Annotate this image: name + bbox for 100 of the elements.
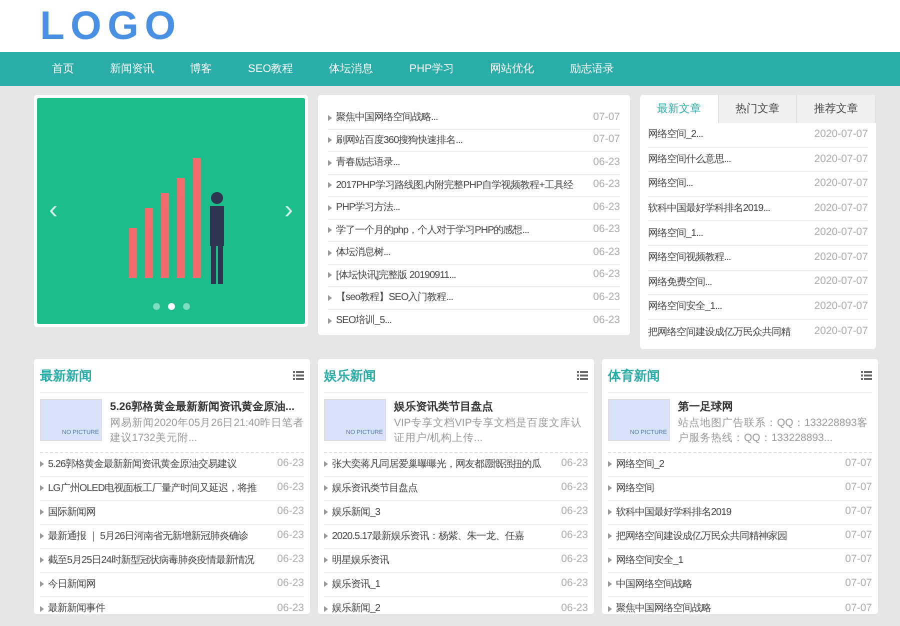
article-date: 07-07 <box>593 132 620 148</box>
article-link[interactable]: 把网络空间建设成亿万民众共同精神家园 <box>616 528 787 544</box>
caret-icon <box>324 581 328 587</box>
caret-icon <box>324 509 328 515</box>
article-link[interactable]: 网络空间什么意思... <box>648 152 731 167</box>
article-date: 06-23 <box>277 504 304 520</box>
article-link[interactable]: 把网络空间建设成亿万民众共同精 <box>648 324 790 340</box>
caret-icon <box>40 557 44 563</box>
article-date: 06-23 <box>561 504 588 520</box>
article-link[interactable]: 体坛消息树... <box>336 245 390 260</box>
article-link[interactable]: 网络空间_2... <box>648 127 703 142</box>
caret-icon <box>40 581 44 587</box>
article-link[interactable]: 今日新闻网 <box>48 576 96 592</box>
article-link[interactable]: 明星娱乐资讯 <box>332 552 389 568</box>
article-link[interactable]: 网络空间视频教程... <box>648 250 731 266</box>
caret-icon <box>328 160 332 166</box>
article-date: 06-23 <box>561 528 588 544</box>
article-link[interactable]: 网络空间_1... <box>648 226 703 241</box>
article-date: 07-07 <box>845 576 872 592</box>
article-date: 2020-07-07 <box>814 200 868 216</box>
article-link[interactable]: 刷网站百度360搜狗快速排名... <box>336 132 463 148</box>
article-link[interactable]: 张大奕蒋凡同居爱巢曝曝光，网友都愿慨强扭的瓜 <box>332 456 541 472</box>
caret-icon <box>328 204 332 211</box>
article-date: 06-23 <box>593 244 620 260</box>
article-link[interactable]: 2017PHP学习路线图,内附完整PHP自学视频教程+工具经 <box>336 178 573 193</box>
article-date: 06-23 <box>277 528 304 544</box>
article-link[interactable]: 2020.5.17最新娱乐资讯：杨紫、朱一龙、任嘉 <box>332 528 524 544</box>
article-link[interactable]: 娱乐新闻_3 <box>332 504 380 520</box>
featured-summary: 站点地图广告联系：QQ：133228893客户服务热线：QQ：133228893... <box>678 416 869 446</box>
article-date: 06-23 <box>277 456 304 472</box>
caret-icon <box>324 485 328 491</box>
caret-icon <box>328 137 332 144</box>
article-link[interactable]: 娱乐资讯类节目盘点 <box>332 480 418 496</box>
article-date: 2020-07-07 <box>814 274 868 290</box>
caret-icon <box>40 606 44 612</box>
featured-title[interactable]: 娱乐资讯类节目盘点 <box>394 399 588 416</box>
article-date: 2020-07-07 <box>814 324 868 340</box>
caret-icon <box>324 557 328 563</box>
caret-icon <box>40 485 44 491</box>
caret-icon <box>608 485 612 491</box>
list-icon[interactable] <box>577 371 588 380</box>
article-link[interactable]: 最新新闻事件 <box>48 601 105 616</box>
article-date: 06-23 <box>277 480 304 496</box>
article-link[interactable]: 聚焦中国网络空间战略... <box>336 110 438 126</box>
article-date: 2020-07-07 <box>814 152 868 167</box>
caret-icon <box>608 581 612 587</box>
panel-title: 最新新闻 <box>40 366 92 385</box>
article-link[interactable]: 网络空间安全_1... <box>648 299 722 314</box>
article-date: 06-23 <box>593 154 620 170</box>
featured-title[interactable]: 5.26郭格黄金最新新闻资讯黄金原油... <box>110 399 304 416</box>
article-link[interactable]: 网络空间 <box>616 480 654 496</box>
article-date: 06-23 <box>561 456 588 472</box>
caret-icon <box>328 182 332 188</box>
article-tab[interactable]: 热门文章 <box>718 95 798 123</box>
article-date: 2020-07-07 <box>814 126 868 142</box>
article-link[interactable]: 网络空间... <box>648 176 693 192</box>
article-date: 2020-07-07 <box>814 250 868 265</box>
article-link[interactable]: 【seo教程】SEO入门教程... <box>336 290 454 306</box>
article-link[interactable]: SEO培训_5... <box>336 313 392 328</box>
article-link[interactable]: 软科中国最好学科排名2019 <box>616 504 732 520</box>
caret-icon <box>608 557 612 563</box>
article-link[interactable]: 截至5月25日24时新型冠状病毒肺炎疫情最新情况 <box>48 552 254 568</box>
article-link[interactable]: 学了一个月的php，个人对于学习PHP的感想... <box>336 222 530 238</box>
article-tab[interactable]: 推荐文章 <box>797 95 876 123</box>
caret-icon <box>40 461 44 467</box>
caret-icon <box>328 250 332 256</box>
caret-icon <box>324 533 328 539</box>
featured-title[interactable]: 第一足球网 <box>678 399 872 416</box>
article-date: 06-23 <box>277 600 304 616</box>
caret-icon <box>328 272 332 278</box>
article-date: 07-07 <box>845 552 872 568</box>
article-date: 06-23 <box>277 576 304 592</box>
list-icon[interactable] <box>293 371 304 380</box>
article-link[interactable]: 网络空间安全_1 <box>616 552 684 568</box>
article-link[interactable]: 国际新闻网 <box>48 504 96 520</box>
article-link[interactable]: [体坛快讯]完整版 20190911... <box>336 268 456 283</box>
featured-summary: 网易新闻2020年05月26日21:40昨日笔者建议1732美元附... <box>110 416 304 446</box>
article-link[interactable]: 网络空间_2 <box>616 456 664 472</box>
article-link[interactable]: 青春励志语录... <box>336 155 400 170</box>
panel-title: 娱乐新闻 <box>324 366 376 385</box>
caret-icon <box>40 509 44 515</box>
article-date: 06-23 <box>593 290 620 305</box>
article-date: 06-23 <box>593 312 620 328</box>
article-date: 06-23 <box>593 177 620 192</box>
article-link[interactable]: 最新通报 ｜ 5月26日河南省无新增新冠肺炎确诊 <box>48 528 248 544</box>
article-link[interactable]: 中国网络空间战略 <box>616 576 692 592</box>
caret-icon <box>328 114 332 121</box>
list-icon[interactable] <box>861 371 872 380</box>
article-link[interactable]: 娱乐新闻_2 <box>332 601 380 616</box>
article-link[interactable]: 娱乐资讯_1 <box>332 576 380 592</box>
article-date: 06-23 <box>593 267 620 282</box>
caret-icon <box>328 294 332 301</box>
article-link[interactable]: 软科中国最好学科排名2019... <box>648 201 770 216</box>
caret-icon <box>608 606 612 612</box>
article-link[interactable]: 聚焦中国网络空间战略 <box>616 601 711 616</box>
article-link[interactable]: PHP学习方法... <box>336 200 400 216</box>
article-link[interactable]: 网络免费空间... <box>648 274 712 290</box>
article-link[interactable]: 5.26郭格黄金最新新闻资讯黄金原油交易建议 <box>48 456 236 472</box>
caret-icon <box>608 509 612 515</box>
article-link[interactable]: LG广州OLED电视面板工厂量产时间又延迟，将推 <box>48 480 257 496</box>
